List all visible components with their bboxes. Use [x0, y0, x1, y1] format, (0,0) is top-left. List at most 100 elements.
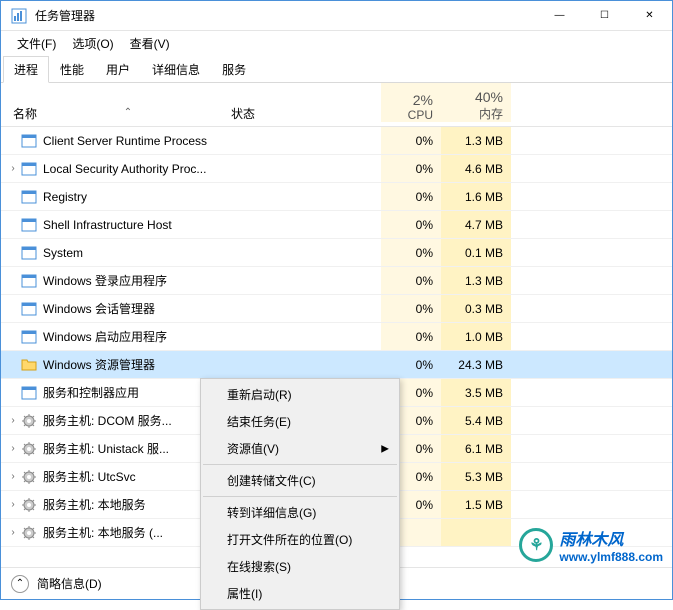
- mem-total-pct: 40%: [475, 89, 503, 105]
- process-name-cell: › 服务主机: Unistack 服...: [1, 440, 231, 457]
- table-row[interactable]: Windows 启动应用程序0%1.0 MB: [1, 323, 672, 351]
- folder-icon: [21, 357, 37, 373]
- chevron-right-icon: ▶: [381, 443, 389, 454]
- process-name: 服务主机: 本地服务: [43, 496, 146, 513]
- process-cpu: 0%: [381, 211, 441, 238]
- window-controls: — ☐ ✕: [537, 1, 672, 31]
- ctx-restart[interactable]: 重新启动(R): [203, 381, 397, 408]
- separator: [203, 496, 397, 497]
- minimize-button[interactable]: —: [537, 1, 582, 31]
- cpu-label: CPU: [408, 108, 433, 122]
- process-memory: 4.7 MB: [441, 211, 511, 238]
- process-name: Client Server Runtime Process: [43, 134, 207, 148]
- process-name-cell: Windows 资源管理器: [1, 356, 231, 373]
- menu-file[interactable]: 文件(F): [9, 33, 64, 54]
- table-row[interactable]: Client Server Runtime Process0%1.3 MB: [1, 127, 672, 155]
- watermark-logo-icon: ⚘: [519, 528, 553, 562]
- process-name-cell: Windows 会话管理器: [1, 300, 231, 317]
- process-name-cell: › 服务主机: 本地服务: [1, 496, 231, 513]
- process-name: 服务主机: DCOM 服务...: [43, 412, 172, 429]
- app-icon: [21, 245, 37, 261]
- process-name-cell: Registry: [1, 189, 231, 205]
- column-header-cpu[interactable]: 2% CPU: [381, 83, 441, 122]
- expand-arrow-icon[interactable]: ›: [5, 527, 21, 538]
- app-icon: [21, 161, 37, 177]
- process-name-cell: 服务和控制器应用: [1, 384, 231, 401]
- context-menu: 重新启动(R) 结束任务(E) 资源值(V) ▶ 创建转储文件(C) 转到详细信…: [200, 378, 400, 610]
- app-icon: [21, 273, 37, 289]
- ctx-resource-values[interactable]: 资源值(V) ▶: [203, 435, 397, 462]
- tab-services[interactable]: 服务: [211, 56, 257, 83]
- process-name: Windows 资源管理器: [43, 356, 155, 373]
- table-row[interactable]: ›Local Security Authority Proc...0%4.6 M…: [1, 155, 672, 183]
- ctx-create-dump[interactable]: 创建转储文件(C): [203, 467, 397, 494]
- fewer-details-link[interactable]: 简略信息(D): [37, 575, 102, 592]
- table-row[interactable]: Windows 登录应用程序0%1.3 MB: [1, 267, 672, 295]
- process-memory: 1.3 MB: [441, 267, 511, 294]
- tab-details[interactable]: 详细信息: [141, 56, 211, 83]
- table-row[interactable]: Windows 资源管理器0%24.3 MB: [1, 351, 672, 379]
- titlebar: 任务管理器 — ☐ ✕: [1, 1, 672, 31]
- process-name-cell: Windows 登录应用程序: [1, 272, 231, 289]
- process-memory: 3.5 MB: [441, 379, 511, 406]
- app-icon: [21, 329, 37, 345]
- gear-icon: [21, 525, 37, 541]
- menu-options[interactable]: 选项(O): [64, 33, 121, 54]
- watermark-url: www.ylmf888.com: [559, 550, 663, 564]
- table-row[interactable]: Registry 0%1.6 MB: [1, 183, 672, 211]
- gear-icon: [21, 497, 37, 513]
- ctx-goto-details[interactable]: 转到详细信息(G): [203, 499, 397, 526]
- tab-users[interactable]: 用户: [95, 56, 141, 83]
- process-memory: 5.4 MB: [441, 407, 511, 434]
- column-header-status[interactable]: 状态: [231, 105, 381, 122]
- process-name-cell: ›服务主机: UtcSvc: [1, 468, 231, 485]
- process-memory: 4.6 MB: [441, 155, 511, 182]
- close-button[interactable]: ✕: [627, 1, 672, 31]
- table-row[interactable]: Shell Infrastructure Host 0%4.7 MB: [1, 211, 672, 239]
- process-name: System: [43, 246, 83, 260]
- process-name: Local Security Authority Proc...: [43, 162, 206, 176]
- window-title: 任务管理器: [35, 7, 537, 24]
- process-name-cell: System: [1, 245, 231, 261]
- table-row[interactable]: Windows 会话管理器0%0.3 MB: [1, 295, 672, 323]
- expand-arrow-icon[interactable]: ›: [5, 415, 21, 426]
- column-headers: ⌃ 名称 状态 2% CPU 40% 内存: [1, 83, 672, 127]
- process-name-cell: Windows 启动应用程序: [1, 328, 231, 345]
- cpu-total-pct: 2%: [413, 92, 433, 108]
- expand-arrow-icon[interactable]: ›: [5, 443, 21, 454]
- process-name: 服务主机: 本地服务 (...: [43, 524, 163, 541]
- process-name: Windows 启动应用程序: [43, 328, 167, 345]
- expand-arrow-icon[interactable]: ›: [5, 499, 21, 510]
- process-name-cell: › Local Security Authority Proc...: [1, 161, 231, 177]
- expand-arrow-icon[interactable]: ›: [5, 163, 21, 174]
- process-memory: 1.6 MB: [441, 183, 511, 210]
- app-icon: [21, 385, 37, 401]
- tab-processes[interactable]: 进程: [3, 56, 49, 83]
- gear-icon: [21, 469, 37, 485]
- process-memory: 1.0 MB: [441, 323, 511, 350]
- gear-icon: [21, 441, 37, 457]
- process-name: Shell Infrastructure Host: [43, 218, 172, 232]
- process-memory: 5.3 MB: [441, 463, 511, 490]
- process-cpu: 0%: [381, 183, 441, 210]
- process-memory: 0.3 MB: [441, 295, 511, 322]
- ctx-end-task[interactable]: 结束任务(E): [203, 408, 397, 435]
- column-header-memory[interactable]: 40% 内存: [441, 83, 511, 122]
- maximize-button[interactable]: ☐: [582, 1, 627, 31]
- watermark-text: 雨林木风 www.ylmf888.com: [559, 526, 663, 564]
- tab-performance[interactable]: 性能: [49, 56, 95, 83]
- watermark-title: 雨林木风: [559, 526, 663, 550]
- process-memory: 24.3 MB: [441, 351, 511, 378]
- ctx-search-online[interactable]: 在线搜索(S): [203, 553, 397, 580]
- ctx-properties[interactable]: 属性(I): [203, 580, 397, 607]
- process-name: 服务主机: Unistack 服...: [43, 440, 169, 457]
- app-icon: [21, 133, 37, 149]
- tab-bar: 进程 性能 用户 详细信息 服务: [1, 55, 672, 83]
- table-row[interactable]: System0%0.1 MB: [1, 239, 672, 267]
- process-name: Registry: [43, 190, 87, 204]
- chevron-up-icon[interactable]: ⌃: [11, 575, 29, 593]
- ctx-open-location[interactable]: 打开文件所在的位置(O): [203, 526, 397, 553]
- column-header-name[interactable]: ⌃ 名称: [1, 105, 231, 122]
- expand-arrow-icon[interactable]: ›: [5, 471, 21, 482]
- menu-view[interactable]: 查看(V): [122, 33, 178, 54]
